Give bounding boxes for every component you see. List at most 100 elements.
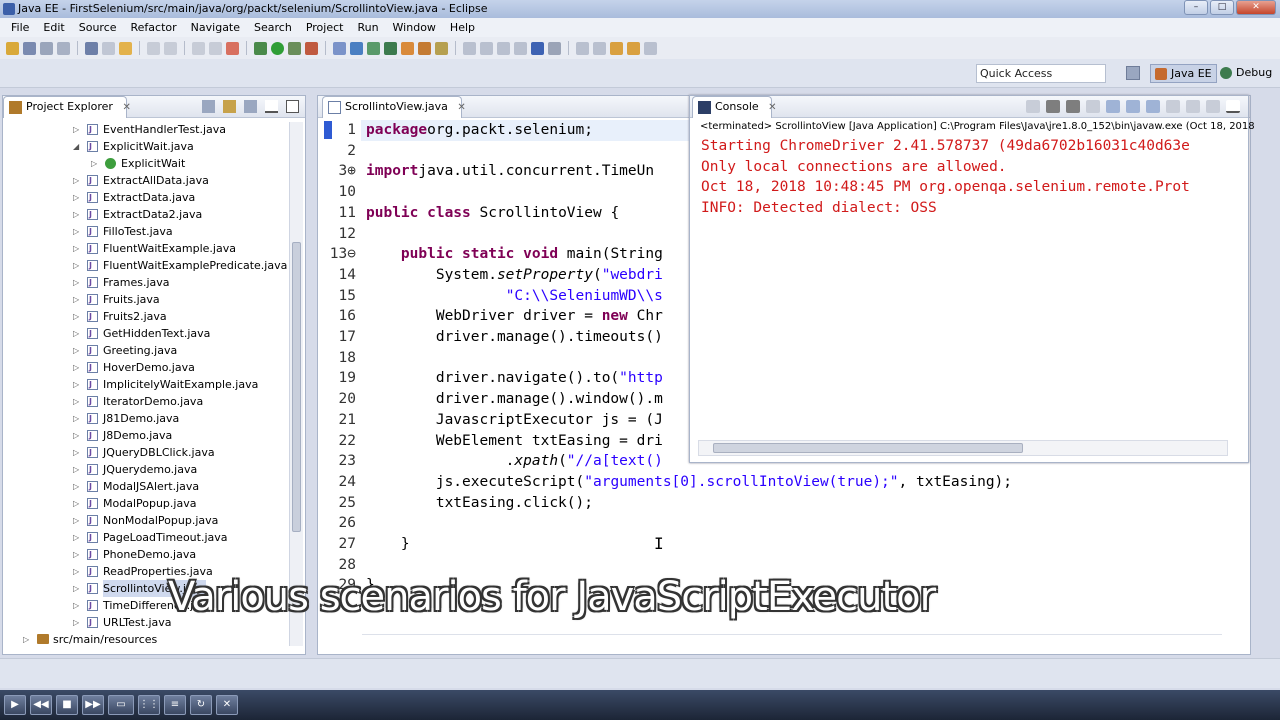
forward-icon[interactable] [627,41,640,55]
collapsed-arrow-icon[interactable]: ▷ [73,563,83,580]
open-console-icon[interactable] [1206,100,1220,113]
stop-icon[interactable]: ■ [56,695,78,715]
remove-all-icon[interactable] [1066,100,1080,113]
annotation-prev-icon[interactable] [480,41,493,55]
menu-project[interactable]: Project [299,21,351,34]
coverage-icon[interactable] [288,41,301,55]
toggle-icon[interactable] [548,41,561,55]
new-package-icon[interactable] [367,41,380,55]
menu-navigate[interactable]: Navigate [184,21,247,34]
console-horizontal-scrollbar[interactable] [698,440,1228,456]
collapsed-arrow-icon[interactable]: ▷ [73,495,83,512]
collapsed-arrow-icon[interactable]: ▷ [73,121,83,138]
pin-icon[interactable] [514,41,527,55]
close-icon[interactable]: ✕ [122,102,130,113]
redo-icon[interactable] [164,41,177,55]
expanded-arrow-icon[interactable]: ◢ [73,138,83,155]
close-icon[interactable]: ✕ [768,102,776,113]
remove-launch-icon[interactable] [1046,100,1060,113]
run-icon[interactable] [271,41,284,55]
chapters-icon[interactable]: ⋮⋮ [138,695,160,715]
print-icon[interactable] [57,41,70,55]
code-line[interactable]: public class ScrollintoView { [366,203,619,224]
back-icon[interactable] [610,41,623,55]
minimize-button[interactable]: – [1184,0,1208,15]
menu-refactor[interactable]: Refactor [124,21,184,34]
perspective-java-ee[interactable]: Java EE [1150,64,1217,83]
collapsed-arrow-icon[interactable]: ▷ [73,359,83,376]
collapsed-arrow-icon[interactable]: ▷ [73,240,83,257]
code-line[interactable]: js.executeScript("arguments[0].scrollInt… [366,472,1012,493]
close-icon[interactable]: ✕ [457,102,465,113]
menu-run[interactable]: Run [350,21,385,34]
menu-search[interactable]: Search [247,21,299,34]
collapsed-arrow-icon[interactable]: ▷ [73,444,83,461]
list-icon[interactable]: ≡ [164,695,186,715]
loop-icon[interactable]: ↻ [190,695,212,715]
close-button[interactable]: ✕ [1236,0,1276,15]
terminate-icon[interactable] [1026,100,1040,113]
display-console-icon[interactable] [1186,100,1200,113]
code-line[interactable]: JavascriptExecutor js = (J [366,410,663,431]
collapsed-arrow-icon[interactable]: ▷ [73,325,83,342]
save-icon[interactable] [23,41,36,55]
code-line[interactable]: txtEasing.click(); [366,493,593,514]
terminate-icon[interactable] [226,41,239,55]
search-icon[interactable] [435,41,448,55]
perspective-debug[interactable]: Debug [1216,64,1276,83]
code-line[interactable]: WebDriver driver = new Chr [366,306,663,327]
collapsed-arrow-icon[interactable]: ▷ [73,308,83,325]
minimize-view-icon[interactable] [265,100,278,113]
show-console-icon[interactable] [1146,100,1160,113]
new-icon[interactable] [6,41,19,55]
code-line[interactable]: .xpath("//a[text() [366,451,663,472]
annotation-icon[interactable] [593,41,606,55]
collapsed-arrow-icon[interactable]: ▷ [23,631,33,648]
annotation-icon[interactable] [576,41,589,55]
collapsed-arrow-icon[interactable]: ▷ [73,223,83,240]
maximize-button[interactable]: □ [1210,0,1234,15]
collapsed-arrow-icon[interactable]: ▷ [73,580,83,597]
suspend-icon[interactable] [209,41,222,55]
minimize-view-icon[interactable] [1226,100,1240,113]
menu-edit[interactable]: Edit [36,21,71,34]
code-line[interactable]: driver.manage().window().m [366,389,663,410]
open-perspective-icon[interactable] [1126,66,1140,80]
link-editor-icon[interactable] [223,100,236,113]
collapsed-arrow-icon[interactable]: ▷ [73,376,83,393]
play-icon[interactable]: ▶ [4,695,26,715]
code-line[interactable]: driver.manage().timeouts() [366,327,663,348]
collapsed-arrow-icon[interactable]: ▷ [73,597,83,614]
menu-window[interactable]: Window [386,21,443,34]
cc-icon[interactable]: ▭ [108,695,134,715]
forward-icon[interactable]: ▶▶ [82,695,104,715]
code-line[interactable]: importjava.util.concurrent.TimeUn [366,161,654,182]
tab-project-explorer[interactable]: Project Explorer ✕ [3,96,131,118]
collapsed-arrow-icon[interactable]: ▷ [73,257,83,274]
undo-icon[interactable] [147,41,160,55]
collapsed-arrow-icon[interactable]: ▷ [73,427,83,444]
collapsed-arrow-icon[interactable]: ▷ [73,342,83,359]
new-server-icon[interactable] [333,41,346,55]
scrollbar-thumb[interactable] [713,443,1023,453]
collapsed-arrow-icon[interactable]: ▷ [73,189,83,206]
quick-access-input[interactable]: Quick Access [976,64,1106,83]
word-wrap-icon[interactable] [1126,100,1140,113]
pin-console-icon[interactable] [1166,100,1180,113]
code-line[interactable]: packageorg.packt.selenium; [366,120,593,141]
fullscreen-icon[interactable]: ✕ [216,695,238,715]
menu-help[interactable]: Help [443,21,482,34]
maximize-view-icon[interactable] [286,100,299,113]
collapsed-arrow-icon[interactable]: ▷ [73,461,83,478]
code-line[interactable]: } [366,534,410,555]
explorer-scrollbar[interactable] [289,122,303,646]
last-edit-icon[interactable] [497,41,510,55]
collapsed-arrow-icon[interactable]: ▷ [73,291,83,308]
collapsed-arrow-icon[interactable]: ▷ [73,410,83,427]
collapsed-arrow-icon[interactable]: ▷ [73,512,83,529]
collapsed-arrow-icon[interactable]: ▷ [73,274,83,291]
menu-file[interactable]: File [4,21,36,34]
terminal-icon[interactable] [102,41,115,55]
open-task-icon[interactable] [418,41,431,55]
collapsed-arrow-icon[interactable]: ▷ [73,172,83,189]
